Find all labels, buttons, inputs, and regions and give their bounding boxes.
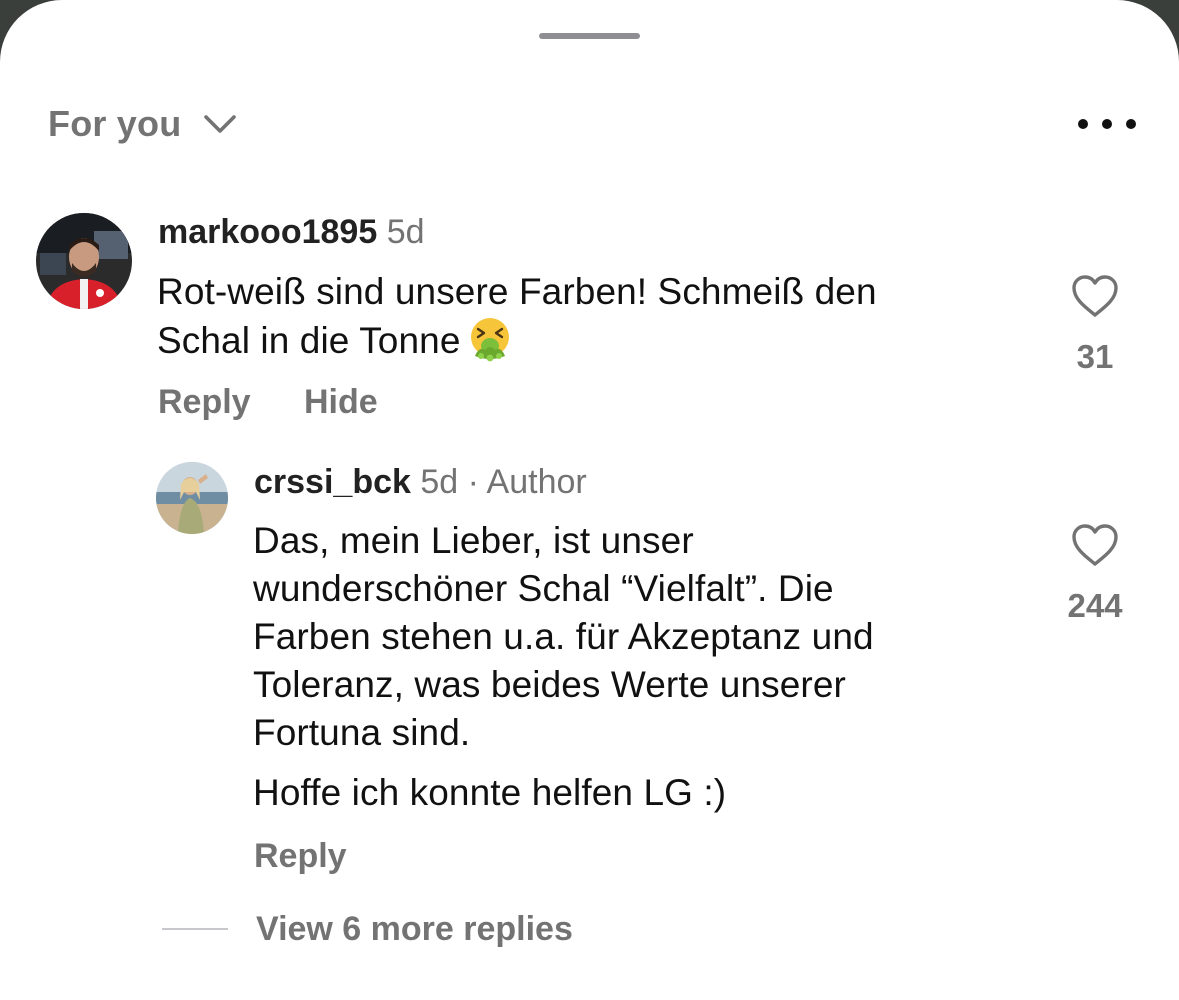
more-options-button[interactable]	[1078, 110, 1136, 138]
avatar-image	[36, 213, 132, 309]
reply-time: 5d	[420, 463, 459, 501]
avatar-image	[156, 462, 228, 534]
reply-text-line: Das, mein Lieber, ist unser	[253, 520, 694, 561]
like-count: 31	[1076, 338, 1114, 375]
reply-text-line: Hoffe ich konnte helfen LG :)	[253, 772, 727, 813]
reply-text-line: Fortuna sind.	[253, 712, 471, 753]
sheet-grabber[interactable]	[539, 33, 640, 39]
heart-icon[interactable]	[1071, 523, 1119, 567]
heart-icon[interactable]	[1071, 274, 1119, 318]
reply-button[interactable]: Reply	[158, 383, 251, 422]
comment-text-line: Schal in die Tonne	[157, 316, 1037, 365]
view-more-replies-button[interactable]: View 6 more replies	[162, 906, 573, 952]
avatar[interactable]	[156, 462, 228, 534]
comment-text-line: Rot-weiß sind unsere Farben! Schmeiß den	[157, 271, 877, 312]
feed-sort-label: For you	[48, 103, 182, 144]
comment-text-fragment: Schal in die Tonne	[157, 320, 461, 361]
more-horizontal-icon	[1078, 119, 1088, 129]
like-control: 244	[1045, 523, 1145, 625]
meta-separator: ·	[467, 463, 479, 501]
like-count: 244	[1067, 587, 1123, 624]
author-badge: Author	[486, 463, 587, 501]
like-control: 31	[1045, 274, 1145, 376]
reply-text-line: Farben stehen u.a. für Akzeptanz und	[253, 616, 874, 657]
comment-username[interactable]: markooo1895	[158, 213, 377, 251]
comment-text: Rot-weiß sind unsere Farben! Schmeiß den…	[157, 268, 1037, 365]
comment-time: 5d	[386, 213, 425, 251]
view-more-replies-label: View 6 more replies	[256, 909, 573, 948]
feed-sort-dropdown[interactable]: For you	[48, 100, 237, 148]
reply-username[interactable]: crssi_bck	[254, 463, 411, 501]
vomiting-face-icon	[467, 316, 513, 362]
chevron-down-icon	[204, 115, 237, 133]
hide-button[interactable]: Hide	[304, 383, 378, 422]
reply-button[interactable]: Reply	[254, 837, 347, 876]
reply-text-line: Toleranz, was beides Werte unserer	[253, 664, 846, 705]
comments-sheet: For you markooo1895 5d Rot-weiß sind uns…	[0, 0, 1179, 1000]
avatar[interactable]	[36, 213, 132, 309]
reply-meta: crssi_bck 5d · Author	[254, 463, 587, 502]
reply-text: Das, mein Lieber, ist unser wunderschöne…	[253, 517, 1043, 817]
thread-divider	[162, 928, 228, 930]
comment-meta: markooo1895 5d	[158, 213, 425, 252]
reply-text-line: wunderschöner Schal “Vielfalt”. Die	[253, 568, 834, 609]
